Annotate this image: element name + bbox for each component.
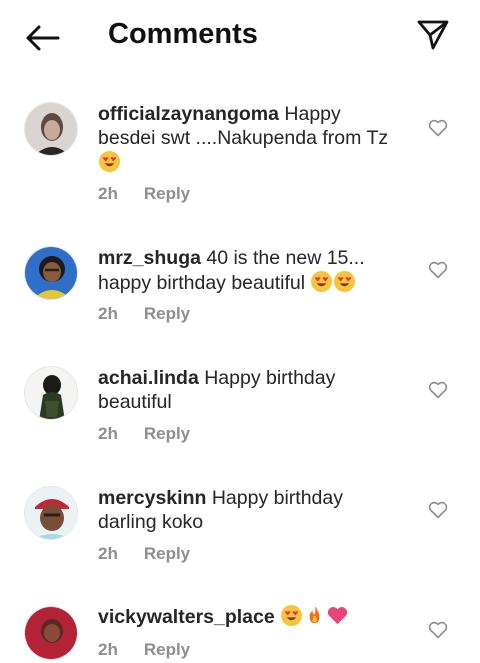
like-button[interactable]	[426, 378, 450, 402]
reply-button[interactable]: Reply	[144, 184, 190, 203]
heart-eyes-emoji	[281, 604, 303, 627]
comment-time: 2h	[98, 544, 118, 563]
avatar-image	[25, 247, 77, 299]
reply-button[interactable]: Reply	[144, 304, 190, 323]
like-button[interactable]	[426, 618, 450, 642]
heart-outline-icon	[428, 261, 448, 279]
comment-item: vickywalters_place 2h Reply	[0, 600, 480, 663]
avatar-image	[25, 103, 77, 155]
heart-outline-icon	[428, 119, 448, 137]
avatar-image	[25, 367, 77, 419]
avatar[interactable]	[24, 366, 78, 420]
comment-item: mercyskinn Happy birthday darling koko 2…	[0, 480, 480, 580]
avatar-image	[25, 607, 77, 659]
comment-username[interactable]: vickywalters_place	[98, 606, 275, 628]
reply-button[interactable]: Reply	[144, 544, 190, 563]
paper-plane-icon	[417, 20, 449, 50]
avatar[interactable]	[24, 102, 78, 156]
header-bar: Comments	[0, 0, 480, 76]
heart-eyes-emoji	[334, 270, 356, 293]
reply-button[interactable]: Reply	[144, 424, 190, 443]
share-button[interactable]	[412, 14, 454, 56]
like-button[interactable]	[426, 116, 450, 140]
pink-heart-emoji	[328, 607, 348, 625]
heart-outline-icon	[428, 381, 448, 399]
heart-eyes-emoji	[98, 150, 121, 173]
comment-username[interactable]: achai.linda	[98, 367, 199, 389]
heart-outline-icon	[428, 621, 448, 639]
comment-time: 2h	[98, 424, 118, 443]
comment-item: officialzaynangoma Happy besdei swt ....…	[0, 96, 480, 216]
avatar[interactable]	[24, 486, 78, 540]
heart-eyes-emoji	[311, 270, 333, 293]
comment-time: 2h	[98, 304, 118, 323]
reply-button[interactable]: Reply	[144, 640, 190, 659]
back-button[interactable]	[20, 20, 64, 56]
comment-username[interactable]: mercyskinn	[98, 487, 206, 509]
fire-emoji	[309, 605, 320, 624]
arrow-left-icon	[26, 25, 60, 51]
comment-item: achai.linda Happy birthday beautiful 2h R…	[0, 360, 480, 460]
comment-username[interactable]: officialzaynangoma	[98, 103, 279, 125]
avatar[interactable]	[24, 606, 78, 660]
like-button[interactable]	[426, 498, 450, 522]
like-button[interactable]	[426, 258, 450, 282]
page-title: Comments	[108, 18, 258, 50]
avatar-image	[25, 487, 77, 539]
comment-time: 2h	[98, 184, 118, 203]
comment-item: mrz_shuga 40 is the new 15... happy birt…	[0, 240, 480, 340]
comment-username[interactable]: mrz_shuga	[98, 247, 201, 269]
heart-outline-icon	[428, 501, 448, 519]
comment-time: 2h	[98, 640, 118, 659]
avatar[interactable]	[24, 246, 78, 300]
